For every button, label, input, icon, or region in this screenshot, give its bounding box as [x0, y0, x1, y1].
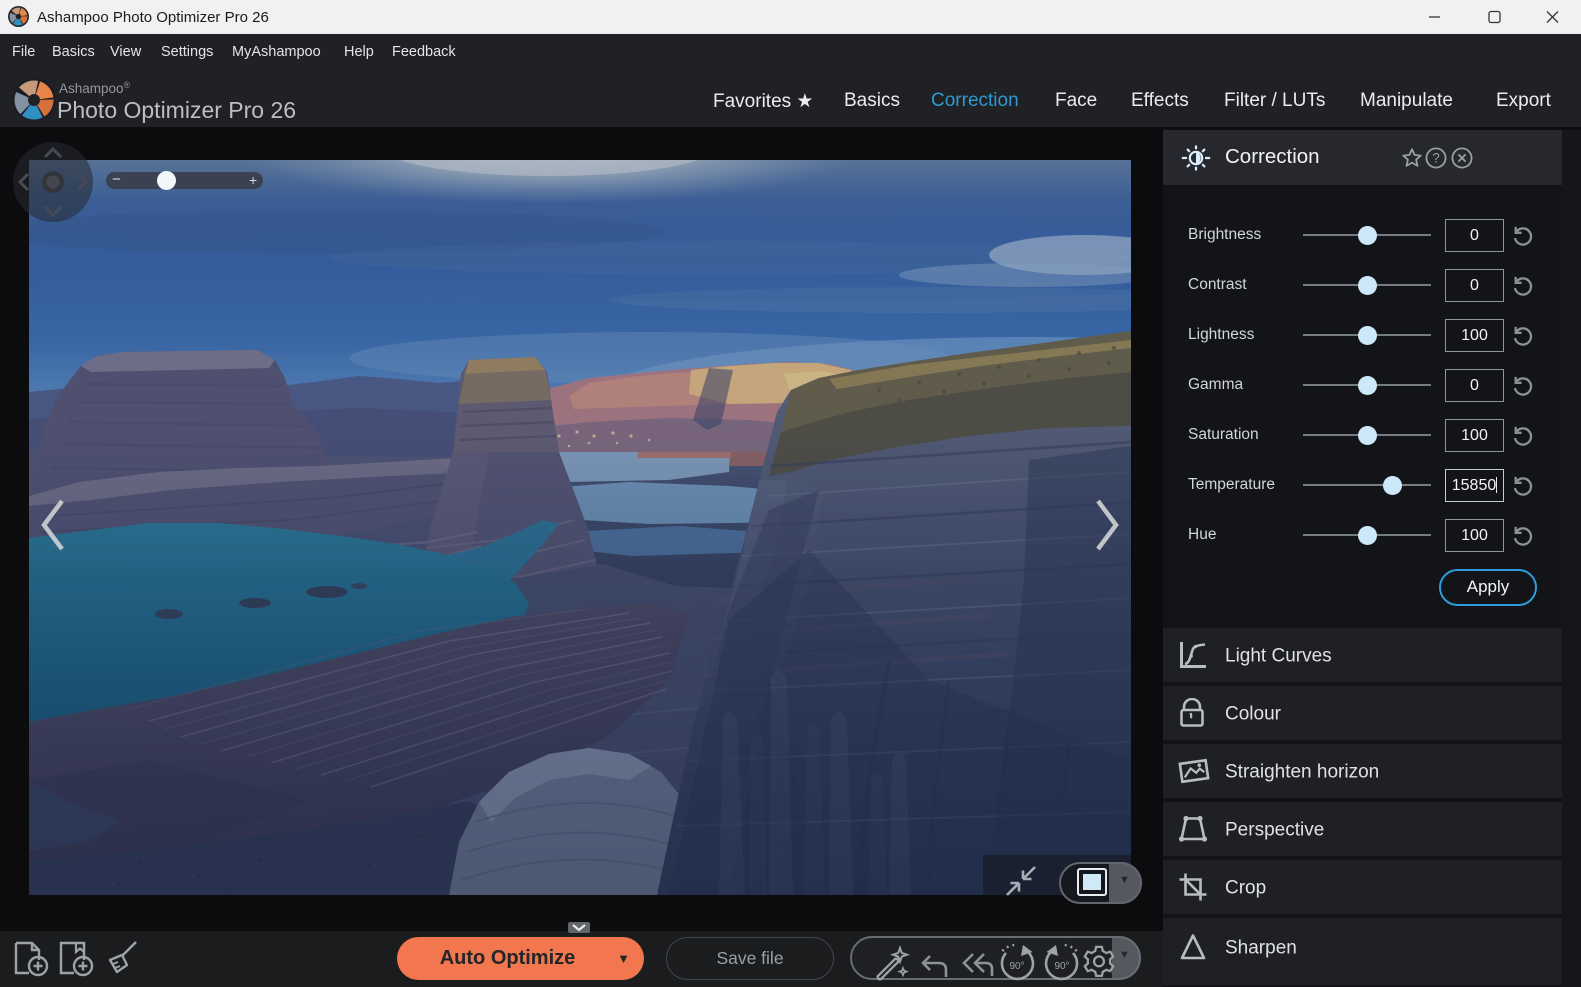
- svg-text:?: ?: [1432, 151, 1440, 166]
- svg-text:90°: 90°: [1009, 961, 1024, 972]
- svg-text:90°: 90°: [1054, 961, 1069, 972]
